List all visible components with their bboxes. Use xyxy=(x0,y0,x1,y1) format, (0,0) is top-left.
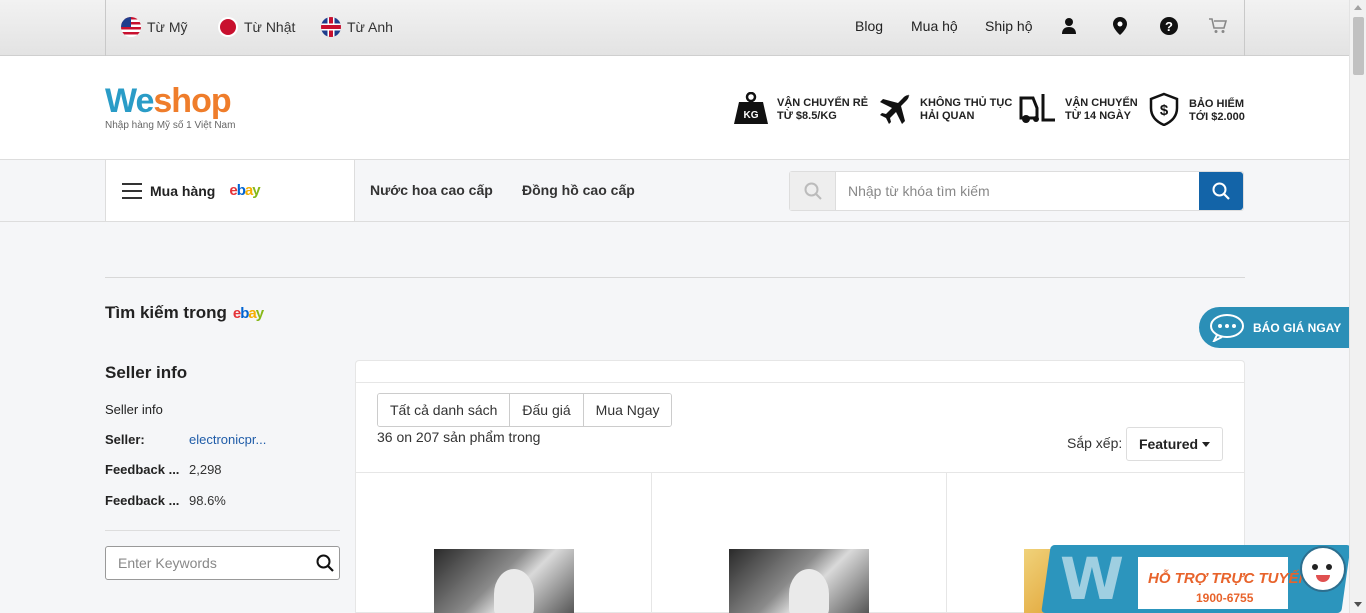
us-flag-icon xyxy=(121,17,141,37)
logo-part1: We xyxy=(105,82,154,120)
scroll-up-icon[interactable] xyxy=(1354,5,1362,10)
support-phone: 1900-6755 xyxy=(1196,591,1254,605)
svg-text:?: ? xyxy=(1165,19,1173,34)
search-button[interactable] xyxy=(1199,172,1243,210)
grid-column-divider xyxy=(946,472,947,613)
uk-flag-icon xyxy=(321,17,341,37)
country-uk-link[interactable]: Từ Anh xyxy=(321,17,393,37)
category-menu-button[interactable]: Mua hàng ebay xyxy=(105,160,355,221)
tab-buy-now[interactable]: Mua Ngay xyxy=(583,394,672,426)
support-mascot-icon xyxy=(1300,546,1346,592)
country-label: Từ Mỹ xyxy=(147,19,188,35)
feature-line2: TỚI $2.000 xyxy=(1189,110,1245,123)
blog-link[interactable]: Blog xyxy=(855,18,883,34)
logo-tagline: Nhập hàng Mỹ số 1 Việt Nam xyxy=(105,120,236,131)
logo-part2: shop xyxy=(153,82,231,120)
keyword-input[interactable] xyxy=(106,555,311,571)
chat-bubble-icon xyxy=(1210,313,1244,342)
nav-link-watches[interactable]: Đồng hồ cao cấp xyxy=(522,182,635,198)
feature-line1: VẬN CHUYỂN xyxy=(1065,96,1138,109)
airplane-icon xyxy=(878,92,912,127)
results-count: 36 on 207 sản phẩm trong xyxy=(377,429,541,445)
product-image[interactable] xyxy=(434,549,574,613)
feature-line1: VẬN CHUYỂN RẺ xyxy=(777,96,869,109)
search-in-label: Tìm kiếm trong xyxy=(105,303,227,322)
product-image[interactable] xyxy=(729,549,869,613)
feedback-percent-value: 98.6% xyxy=(189,493,226,508)
location-pin-icon[interactable] xyxy=(1110,16,1130,36)
site-header: Weshop Nhập hàng Mỹ số 1 Việt Nam KG VẬN… xyxy=(0,56,1349,160)
grid-divider xyxy=(356,472,1244,473)
feature-line2: TỪ $8.5/KG xyxy=(777,109,837,122)
sort-value: Featured xyxy=(1138,436,1199,452)
feature-line2: HẢI QUAN xyxy=(920,109,975,122)
results-header-strip xyxy=(355,360,1245,382)
weshop-logo[interactable]: Weshop Nhập hàng Mỹ số 1 Việt Nam xyxy=(105,84,235,131)
top-bar: Từ Mỹ Từ Nhật Từ Anh Blog Mua hộ Ship hộ… xyxy=(0,0,1349,56)
sort-label: Sắp xếp: xyxy=(1067,435,1123,451)
svg-text:KG: KG xyxy=(744,110,759,121)
shield-dollar-icon: $ xyxy=(1147,92,1181,129)
country-us-link[interactable]: Từ Mỹ xyxy=(121,17,187,37)
scroll-thumb[interactable] xyxy=(1353,17,1364,75)
quote-now-button[interactable]: BÁO GIÁ NGAY xyxy=(1199,307,1349,348)
feature-customs: KHÔNG THỦ TỤC HẢI QUAN xyxy=(878,92,1012,127)
feedback-score-key: Feedback ... xyxy=(105,462,180,477)
tab-all-listings[interactable]: Tất cả danh sách xyxy=(378,394,511,426)
ebay-logo: ebay xyxy=(232,305,264,322)
ship-ho-link[interactable]: Ship hộ xyxy=(985,18,1032,34)
search-icon xyxy=(316,554,334,572)
menu-label: Mua hàng xyxy=(150,182,216,199)
country-japan-link[interactable]: Từ Nhật xyxy=(218,17,295,37)
seller-link[interactable]: electronicpr... xyxy=(189,432,271,447)
feature-line1: KHÔNG THỦ TỤC xyxy=(920,96,1013,109)
feedback-percent-key: Feedback ... xyxy=(105,493,180,508)
scroll-down-icon[interactable] xyxy=(1354,602,1362,607)
seller-info-subtitle: Seller info xyxy=(105,402,163,417)
nav-link-perfume[interactable]: Nước hoa cao cấp xyxy=(370,182,493,198)
search-in-heading: Tìm kiếm trong ebay xyxy=(105,303,264,323)
forklift-icon xyxy=(1019,92,1057,127)
listing-type-tabs: Tất cả danh sách Đấu giá Mua Ngay xyxy=(377,393,673,427)
country-label: Từ Nhật xyxy=(244,19,296,35)
seller-key: Seller: xyxy=(105,432,145,447)
country-label: Từ Anh xyxy=(347,19,393,35)
feature-line1: BẢO HIỂM xyxy=(1189,97,1244,110)
feature-shipping-price: KG VẬN CHUYỂN RẺ TỪ $8.5/KG xyxy=(733,91,869,127)
sort-dropdown[interactable]: Featured xyxy=(1126,427,1223,461)
hamburger-icon xyxy=(122,182,142,199)
keyword-search-button[interactable] xyxy=(311,547,339,579)
tab-auction[interactable]: Đấu giá xyxy=(510,394,584,426)
top-bar-inner: Từ Mỹ Từ Nhật Từ Anh Blog Mua hộ Ship hộ… xyxy=(105,0,1245,56)
main-nav: Mua hàng ebay Nước hoa cao cấp Đồng hồ c… xyxy=(0,160,1349,222)
online-support-widget[interactable]: W HỖ TRỢ TRỰC TUYẾN 1900-6755 xyxy=(1041,545,1351,613)
weshop-w-icon: W xyxy=(1060,545,1124,613)
japan-flag-icon xyxy=(218,17,238,37)
search-bar xyxy=(789,171,1244,211)
mua-ho-link[interactable]: Mua hộ xyxy=(911,18,958,34)
search-input[interactable] xyxy=(836,172,1199,210)
caret-down-icon xyxy=(1202,441,1211,447)
svg-text:$: $ xyxy=(1160,102,1169,119)
sidebar-divider xyxy=(105,530,340,531)
grid-column-divider xyxy=(651,472,652,613)
help-icon[interactable]: ? xyxy=(1159,16,1179,36)
ebay-logo: ebay xyxy=(229,182,260,199)
support-title: HỖ TRỢ TRỰC TUYẾN xyxy=(1148,570,1310,587)
feature-line2: TỪ 14 NGÀY xyxy=(1065,109,1131,122)
keyword-search-box xyxy=(105,546,340,580)
content-divider xyxy=(105,277,1245,278)
feature-insurance: $ BẢO HIỂM TỚI $2.000 xyxy=(1147,92,1245,129)
page-scrollbar[interactable] xyxy=(1349,0,1366,613)
weight-kg-icon: KG xyxy=(733,91,769,127)
cart-icon[interactable] xyxy=(1208,16,1228,36)
seller-info-title: Seller info xyxy=(105,363,188,382)
search-icon xyxy=(790,172,836,210)
feature-delivery-time: VẬN CHUYỂN TỪ 14 NGÀY xyxy=(1019,92,1138,127)
quote-label: BÁO GIÁ NGAY xyxy=(1253,320,1342,335)
feedback-score-value: 2,298 xyxy=(189,462,222,477)
sidebar-next-section xyxy=(105,604,135,613)
user-icon[interactable] xyxy=(1059,16,1079,36)
search-icon xyxy=(1212,182,1230,200)
